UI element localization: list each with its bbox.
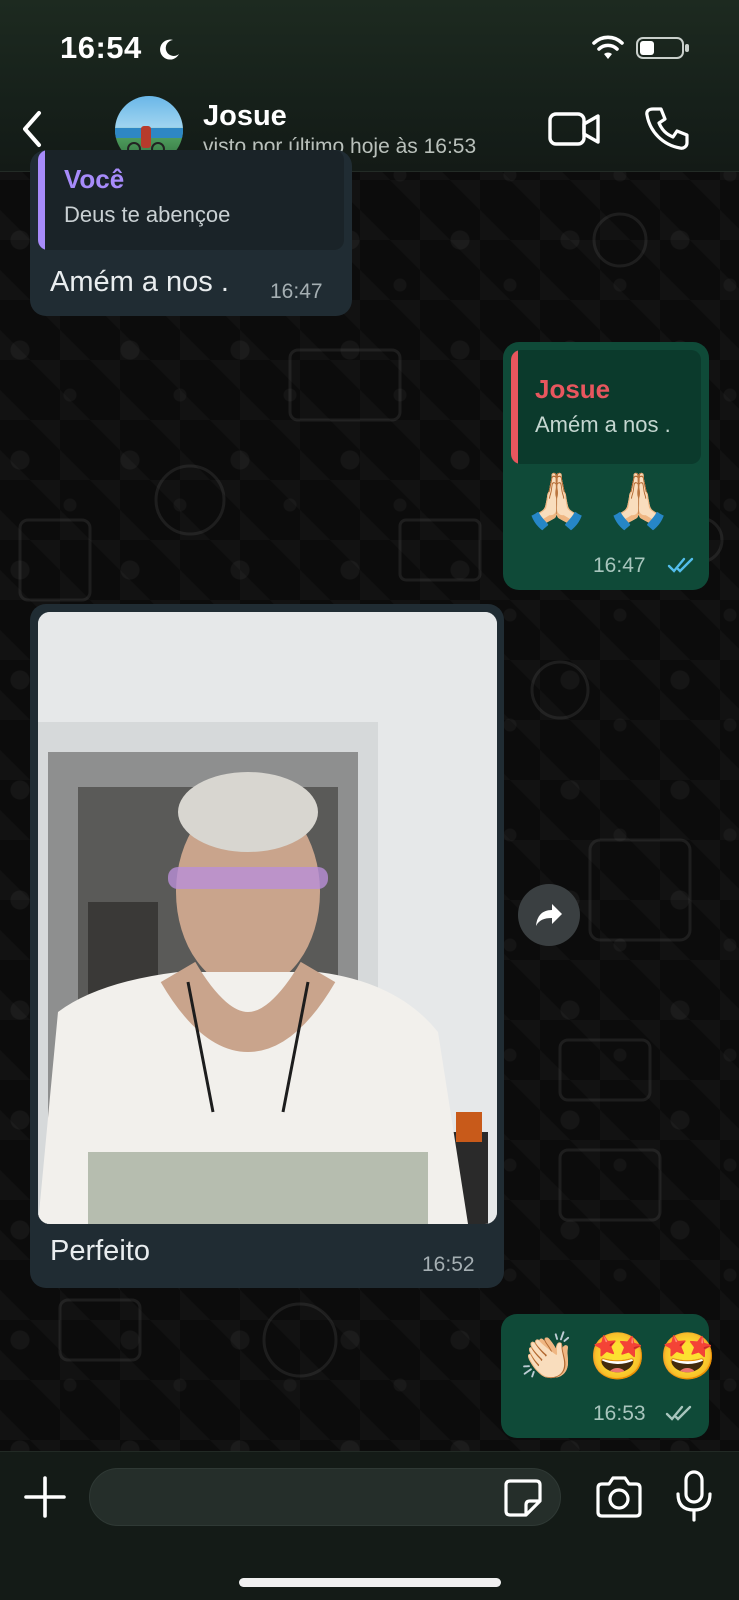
forward-arrow-icon xyxy=(536,904,562,926)
quote-author: Josue xyxy=(535,374,611,404)
wifi-icon xyxy=(592,35,624,59)
forward-button[interactable] xyxy=(518,884,580,946)
message-time: 16:53 xyxy=(593,1402,646,1425)
chevron-left-icon xyxy=(23,111,41,147)
message-bubble-outgoing[interactable]: Josue Amém a nos . 🙏🏻 🙏🏻 16:47 xyxy=(503,342,709,590)
video-call-icon[interactable] xyxy=(548,108,602,150)
message-emoji: 🙏🏻 🙏🏻 xyxy=(523,471,673,531)
message-bubble-incoming[interactable]: Você Deus te abençoe Amém a nos . 16:47 xyxy=(30,150,352,316)
photo-caption: Perfeito xyxy=(50,1235,150,1267)
camera-icon[interactable] xyxy=(594,1474,644,1520)
moon-icon xyxy=(160,39,179,60)
contact-name[interactable]: Josue xyxy=(203,100,287,133)
battery-icon xyxy=(636,37,689,59)
quote-text: Amém a nos . xyxy=(535,412,671,437)
message-input[interactable] xyxy=(89,1468,561,1526)
photo-image xyxy=(38,612,497,1224)
home-indicator xyxy=(239,1578,501,1587)
microphone-icon[interactable] xyxy=(674,1470,714,1522)
quoted-message[interactable]: Josue Amém a nos . xyxy=(511,350,701,464)
message-emoji: 👏🏻 🤩 🤩 xyxy=(519,1330,717,1382)
status-time: 16:54 xyxy=(60,30,142,65)
message-text: Amém a nos . xyxy=(50,266,229,298)
chat-header: 16:54 Josue visto por último hoje às 16:… xyxy=(0,0,739,172)
message-time: 16:47 xyxy=(270,280,323,303)
message-composer xyxy=(0,1451,739,1600)
sticker-icon[interactable] xyxy=(502,1477,544,1519)
quote-text: Deus te abençoe xyxy=(64,202,231,227)
phone-icon[interactable] xyxy=(644,105,690,151)
delivered-check-icon xyxy=(665,1405,692,1421)
message-bubble-outgoing[interactable]: 👏🏻 🤩 🤩 16:53 xyxy=(501,1314,716,1438)
plus-icon[interactable] xyxy=(22,1474,68,1520)
message-photo[interactable] xyxy=(38,612,497,1224)
quote-author: Você xyxy=(64,164,125,194)
message-time: 16:47 xyxy=(593,554,646,577)
read-check-icon xyxy=(667,557,694,573)
back-button[interactable] xyxy=(10,104,54,154)
quoted-message[interactable]: Você Deus te abençoe xyxy=(38,150,344,250)
message-time: 16:52 xyxy=(422,1253,475,1276)
